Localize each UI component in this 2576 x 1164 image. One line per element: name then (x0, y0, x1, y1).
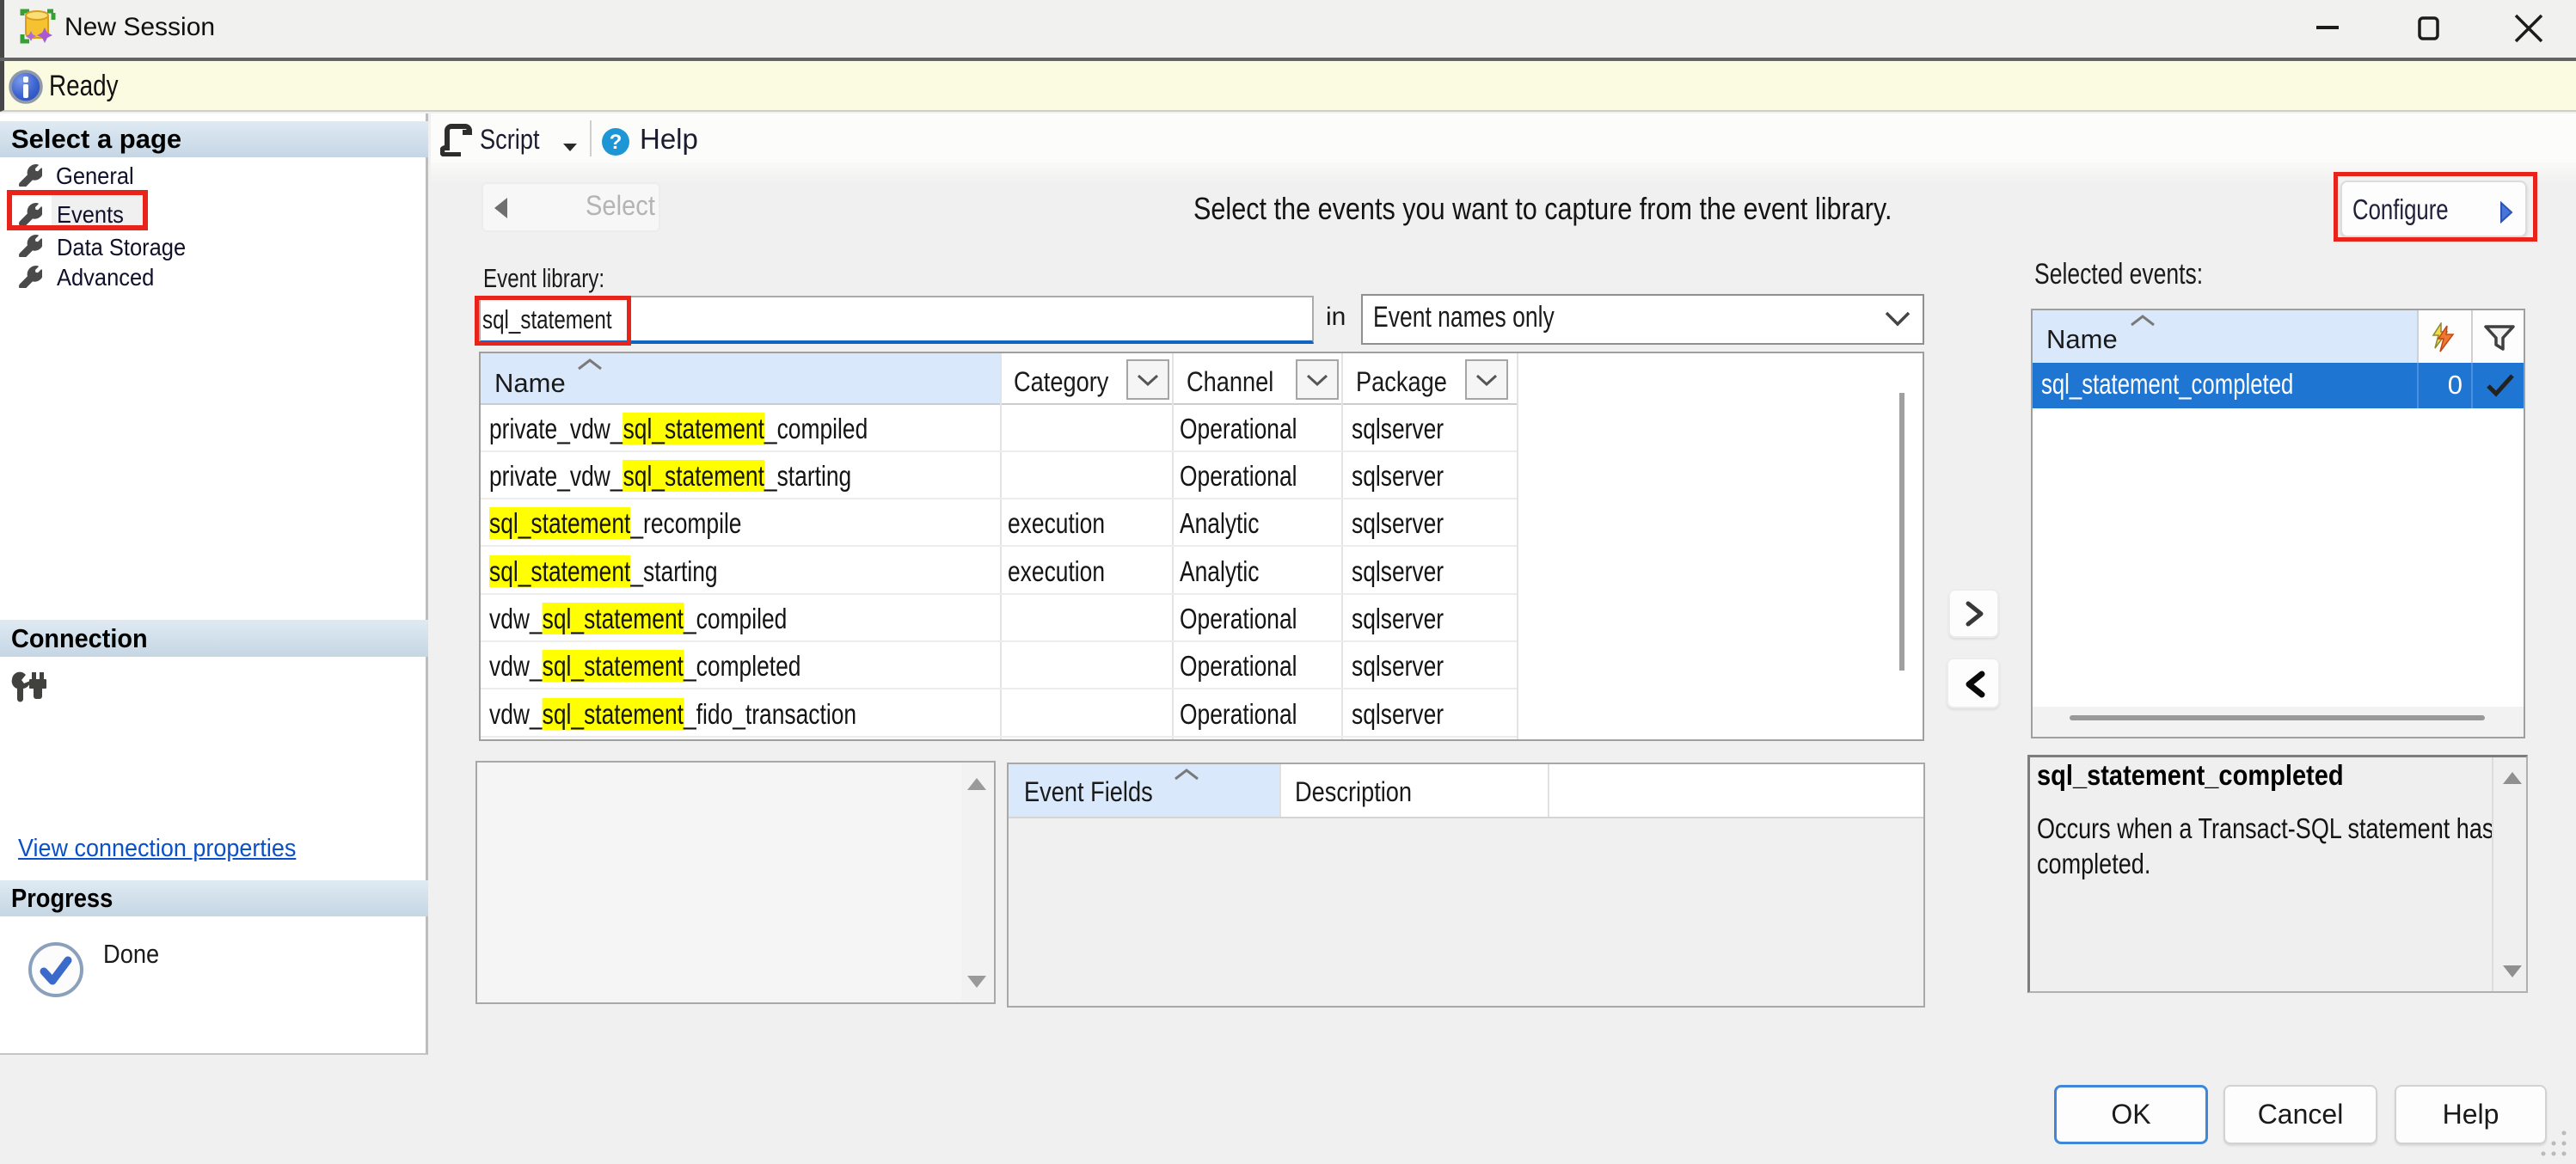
svg-text:?: ? (610, 131, 623, 154)
